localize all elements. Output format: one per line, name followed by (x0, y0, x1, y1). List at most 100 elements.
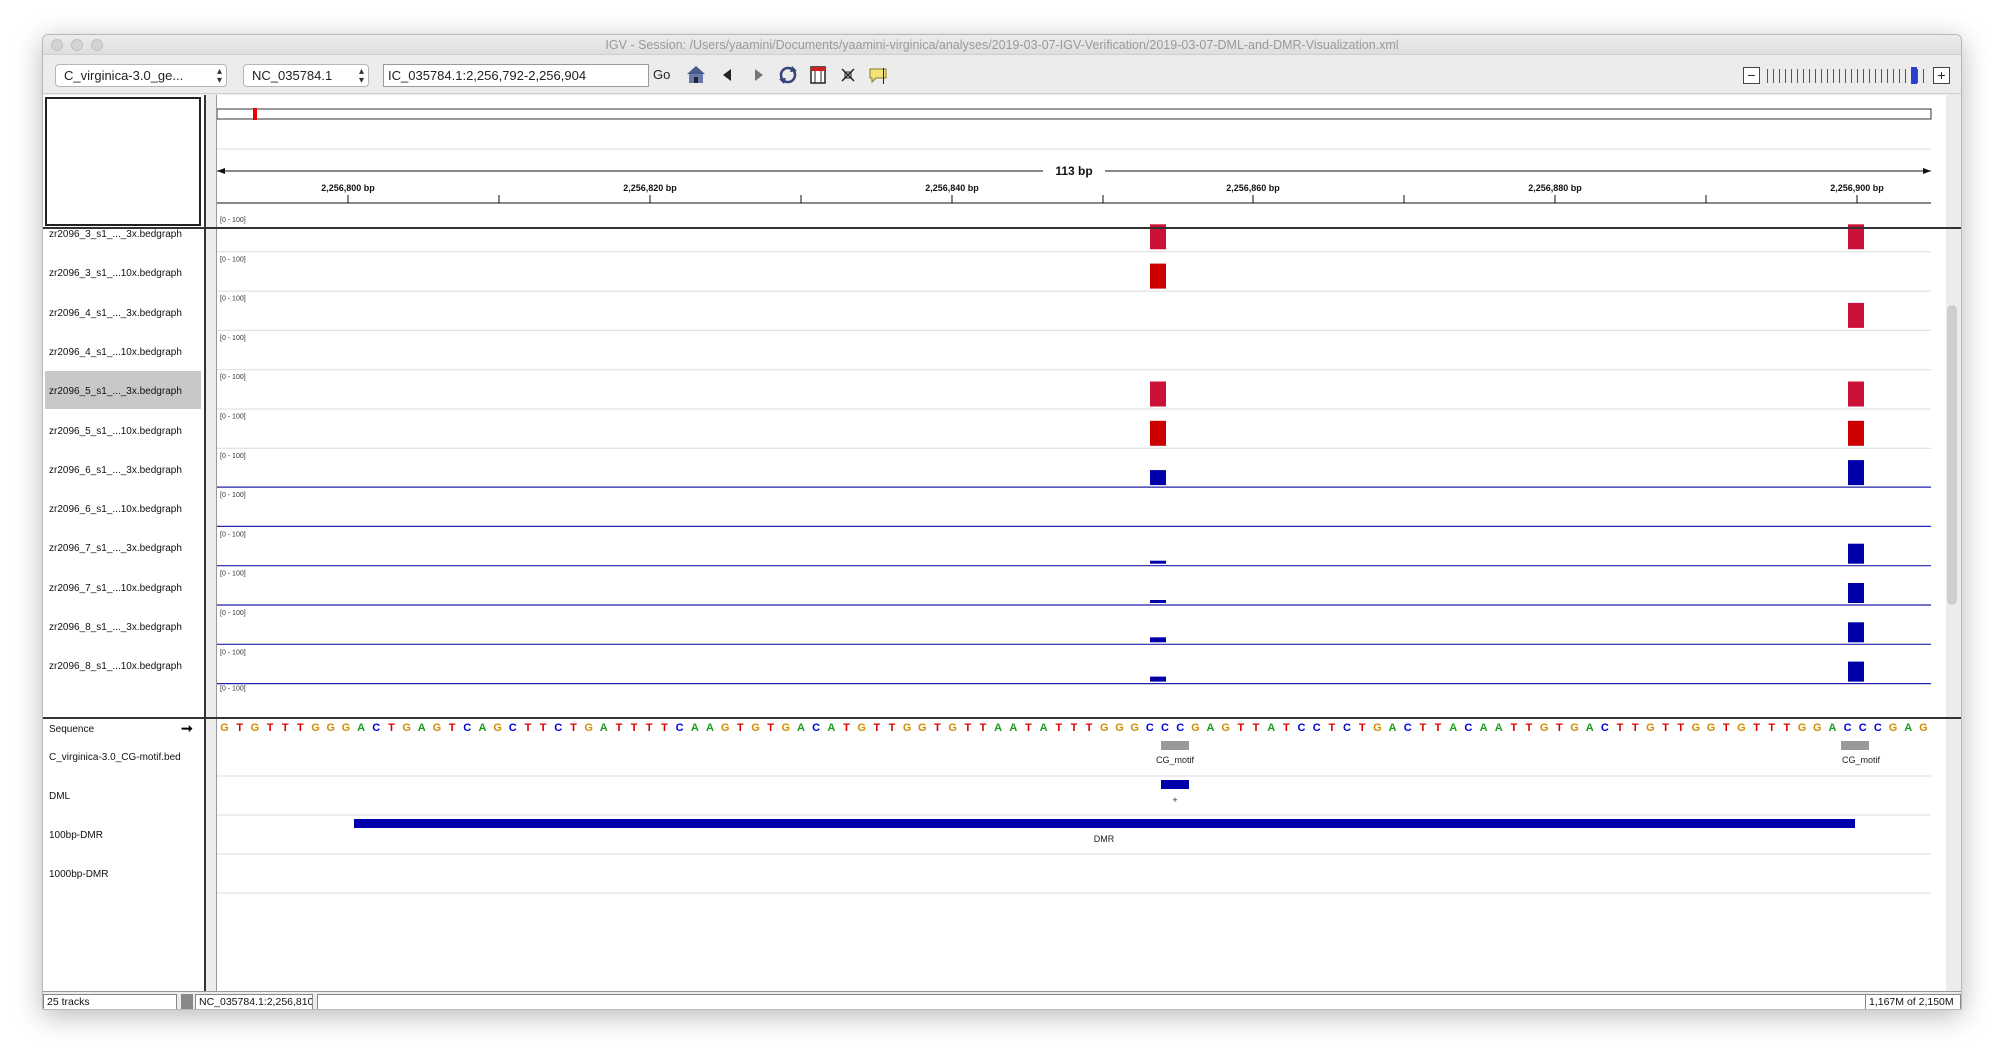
sequence-base: T (1784, 722, 1791, 734)
feature-track-name[interactable]: DML (45, 776, 201, 814)
sequence-base: T (388, 722, 395, 734)
data-range-label: [0 - 100] (220, 335, 246, 342)
methylation-bar[interactable] (1150, 676, 1166, 682)
methylation-bar[interactable] (1150, 560, 1166, 564)
zoom-slider-track[interactable] (1767, 69, 1927, 83)
home-icon[interactable] (685, 64, 707, 86)
chromosome-select[interactable]: NC_035784.1 ▴ ▾ (243, 64, 369, 87)
methylation-bar[interactable] (1848, 460, 1864, 486)
sequence-base: G (1221, 722, 1230, 734)
feature-label: CG_motif (1156, 755, 1195, 765)
methylation-bar[interactable] (1848, 661, 1864, 682)
sequence-base: T (843, 722, 850, 734)
zoom-control[interactable]: − + (1743, 66, 1953, 86)
genome-select[interactable]: C_virginica-3.0_ge... ▴ ▾ (55, 64, 227, 87)
sequence-base: A (357, 722, 365, 734)
sequence-base: G (1692, 722, 1701, 734)
track-name[interactable]: zr2096_4_s1_..._3x.bedgraph (45, 293, 201, 331)
resize-icon[interactable] (837, 64, 859, 86)
data-range-label: [0 - 100] (220, 492, 246, 499)
status-bar: 25 tracks NC_035784.1:2,256,810 1,167M o… (43, 991, 1961, 1009)
sequence-base: A (994, 722, 1002, 734)
sequence-base: T (1768, 722, 1775, 734)
track-count: 25 tracks (43, 994, 177, 1009)
methylation-bar[interactable] (1848, 583, 1864, 603)
methylation-bar[interactable] (1150, 263, 1166, 289)
zoom-out-button[interactable]: − (1743, 67, 1760, 84)
dmr-feature[interactable] (354, 819, 1855, 828)
track-name[interactable]: zr2096_7_s1_...10x.bedgraph (45, 568, 201, 606)
sequence-base: T (964, 722, 971, 734)
methylation-bar[interactable] (1150, 470, 1166, 486)
sequence-base: G (1813, 722, 1822, 734)
track-name[interactable]: zr2096_3_s1_...10x.bedgraph (45, 253, 201, 291)
cg-motif-feature[interactable] (1161, 741, 1189, 750)
track-name[interactable]: zr2096_6_s1_...10x.bedgraph (45, 489, 201, 527)
ruler-tick-label: 2,256,860 bp (1226, 183, 1280, 193)
sequence-base: G (402, 722, 411, 734)
dml-feature[interactable] (1161, 780, 1189, 789)
data-panel-canvas[interactable]: 113 bp 2,256,800 bp 2,256,820 bp 2,256,840 … (216, 95, 1947, 991)
track-name[interactable]: zr2096_8_s1_...10x.bedgraph (45, 646, 201, 684)
methylation-bar[interactable] (1150, 637, 1166, 643)
methylation-bar[interactable] (1150, 420, 1166, 446)
sequence-base: G (1540, 722, 1549, 734)
sequence-base: T (616, 722, 623, 734)
locus-input[interactable]: IC_035784.1:2,256,792-2,256,904 (383, 64, 649, 87)
track-name[interactable]: zr2096_4_s1_...10x.bedgraph (45, 332, 201, 370)
methylation-bar[interactable] (1150, 600, 1166, 603)
ideogram-name-box (45, 97, 201, 226)
region-of-interest-icon[interactable] (807, 64, 829, 86)
data-panel: 113 bp 2,256,800 bp 2,256,820 bp 2,256,840 … (216, 95, 1946, 991)
data-range-label: [0 - 100] (220, 649, 246, 656)
sequence-base: G (1919, 722, 1928, 734)
feature-track-name[interactable]: C_virginica-3.0_CG-motif.bed (45, 737, 201, 775)
track-name[interactable]: zr2096_6_s1_..._3x.bedgraph (45, 450, 201, 488)
track-name[interactable]: zr2096_3_s1_..._3x.bedgraph (45, 214, 201, 252)
track-name[interactable]: zr2096_8_s1_..._3x.bedgraph (45, 607, 201, 645)
sequence-base: C (1146, 722, 1154, 734)
methylation-bar[interactable] (1150, 381, 1166, 407)
cg-motif-feature[interactable] (1841, 741, 1869, 750)
track-name[interactable]: zr2096_5_s1_..._3x.bedgraph (45, 371, 201, 410)
sequence-base: G (1373, 722, 1382, 734)
feature-track-name[interactable]: 1000bp-DMR (45, 854, 201, 892)
methylation-bar[interactable] (1848, 381, 1864, 407)
zoom-in-button[interactable]: + (1933, 67, 1950, 84)
methylation-bar[interactable] (1848, 622, 1864, 643)
ruler-tick-label: 2,256,820 bp (623, 183, 677, 193)
methylation-bar[interactable] (1848, 420, 1864, 446)
data-panel-scrollbar[interactable] (1947, 305, 1957, 605)
strand-arrow-icon[interactable]: ➞ (181, 720, 193, 737)
back-arrow-icon[interactable] (717, 64, 739, 86)
popup-text-icon[interactable] (867, 64, 889, 86)
sequence-base: G (493, 722, 502, 734)
sequence-base: G (1191, 722, 1200, 734)
track-name[interactable]: zr2096_7_s1_..._3x.bedgraph (45, 528, 201, 566)
sequence-base: G (326, 722, 335, 734)
track-name[interactable]: zr2096_5_s1_...10x.bedgraph (45, 411, 201, 449)
sequence-base: C (1844, 722, 1852, 734)
sequence-base: A (1586, 722, 1594, 734)
sequence-base: G (342, 722, 351, 734)
methylation-bar[interactable] (1848, 543, 1864, 564)
go-button[interactable]: Go (653, 67, 670, 82)
data-range-label: [0 - 100] (220, 374, 246, 381)
sequence-base: T (1526, 722, 1533, 734)
chromosome-ideogram[interactable] (216, 108, 1932, 120)
sequence-base: G (1707, 722, 1716, 734)
zoom-slider-thumb[interactable] (1911, 67, 1918, 84)
methylation-bar[interactable] (1848, 302, 1864, 328)
sequence-base: G (857, 722, 866, 734)
sequence-base: A (691, 722, 699, 734)
forward-arrow-icon[interactable] (747, 64, 769, 86)
sequence-base: T (1753, 722, 1760, 734)
sequence-base: T (1283, 722, 1290, 734)
feature-track-name[interactable]: 100bp-DMR (45, 815, 201, 853)
sequence-base: T (297, 722, 304, 734)
chromosome-select-value: NC_035784.1 (252, 68, 333, 83)
refresh-icon[interactable] (777, 64, 799, 86)
sequence-base: T (1253, 722, 1260, 734)
sequence-base: G (1100, 722, 1109, 734)
ruler-tick-label: 2,256,800 bp (321, 183, 375, 193)
